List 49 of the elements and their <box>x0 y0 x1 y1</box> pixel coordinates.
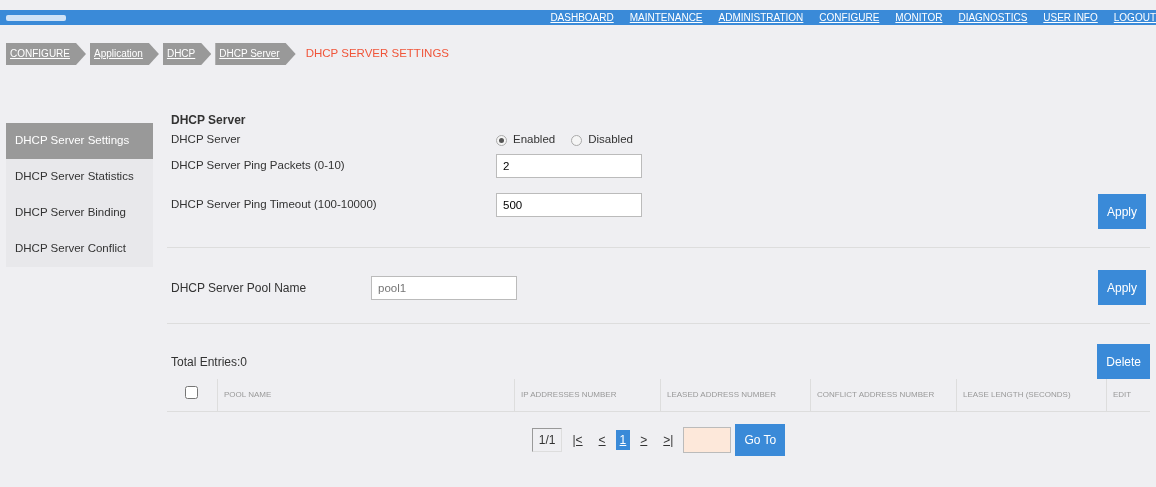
input-field[interactable]: 2 <box>496 154 642 178</box>
column-header: CONFLICT ADDRESS NUMBER <box>810 379 956 411</box>
nav-link[interactable]: DIAGNOSTICS <box>958 10 1028 25</box>
column-header: LEASE LENGTH (SECONDS) <box>956 379 1106 411</box>
breadcrumb-link[interactable]: DHCP <box>162 43 212 65</box>
radio-label: Disabled <box>588 132 633 148</box>
field-label: DHCP Server Ping Timeout (100-10000) <box>171 197 378 213</box>
field-label: DHCP Server Ping Packets (0-10) <box>171 158 346 174</box>
input-field[interactable]: pool1 <box>371 275 517 300</box>
apply-button[interactable]: Apply <box>1097 270 1146 305</box>
next-page-link[interactable]: > <box>634 431 654 449</box>
field-label: DHCP Server <box>171 132 242 148</box>
nav-link[interactable]: DASHBOARD <box>550 10 614 25</box>
nav-link[interactable]: CONFIGURE <box>819 10 880 25</box>
sidebar-item[interactable]: DHCP Server Settings <box>6 123 153 159</box>
nav-link[interactable]: MAINTENANCE <box>629 10 703 25</box>
go-to-button[interactable]: Go To <box>735 424 786 456</box>
breadcrumb-link[interactable]: DHCP Server <box>215 43 296 65</box>
section-title: DHCP Server <box>171 112 247 129</box>
nav-link[interactable]: USER INFO <box>1043 10 1098 25</box>
breadcrumb-link[interactable]: CONFIGURE <box>6 43 86 65</box>
column-header: POOL NAME <box>217 379 514 411</box>
sidebar-item[interactable]: DHCP Server Binding <box>6 195 153 231</box>
page-indicator: 1/1 <box>531 428 563 452</box>
total-entries: Total Entries:0 <box>171 353 248 371</box>
column-header: IP ADDRESSES NUMBER <box>514 379 660 411</box>
logo-icon <box>6 14 66 21</box>
delete-button[interactable]: Delete <box>1097 344 1150 379</box>
sidebar-item[interactable]: DHCP Server Conflict <box>6 231 153 267</box>
radio-label: Enabled <box>513 132 556 148</box>
radio-button[interactable] <box>571 134 583 146</box>
previous-page-link[interactable]: < <box>592 431 612 449</box>
checkbox[interactable] <box>185 386 198 399</box>
nav-link[interactable]: MONITOR <box>895 10 943 25</box>
sidebar-item[interactable]: DHCP Server Statistics <box>6 159 153 195</box>
nav-link[interactable]: LOGOUT <box>1113 10 1156 25</box>
column-header: EDIT <box>1106 379 1150 411</box>
page-input[interactable] <box>683 427 732 453</box>
breadcrumb-link[interactable]: Application <box>90 43 159 65</box>
input-field[interactable]: 500 <box>496 193 642 217</box>
nav-link[interactable]: ADMINISTRATION <box>718 10 804 25</box>
apply-button[interactable]: Apply <box>1097 194 1146 229</box>
last-page-link[interactable]: >| <box>657 431 680 449</box>
breadcrumb-current: DHCP SERVER SETTINGS <box>305 46 449 62</box>
page-number[interactable]: 1 <box>615 430 631 450</box>
column-header: LEASED ADDRESS NUMBER <box>660 379 810 411</box>
first-page-link[interactable]: |< <box>566 431 589 449</box>
radio-button[interactable] <box>496 134 507 146</box>
field-label: DHCP Server Pool Name <box>171 279 308 297</box>
